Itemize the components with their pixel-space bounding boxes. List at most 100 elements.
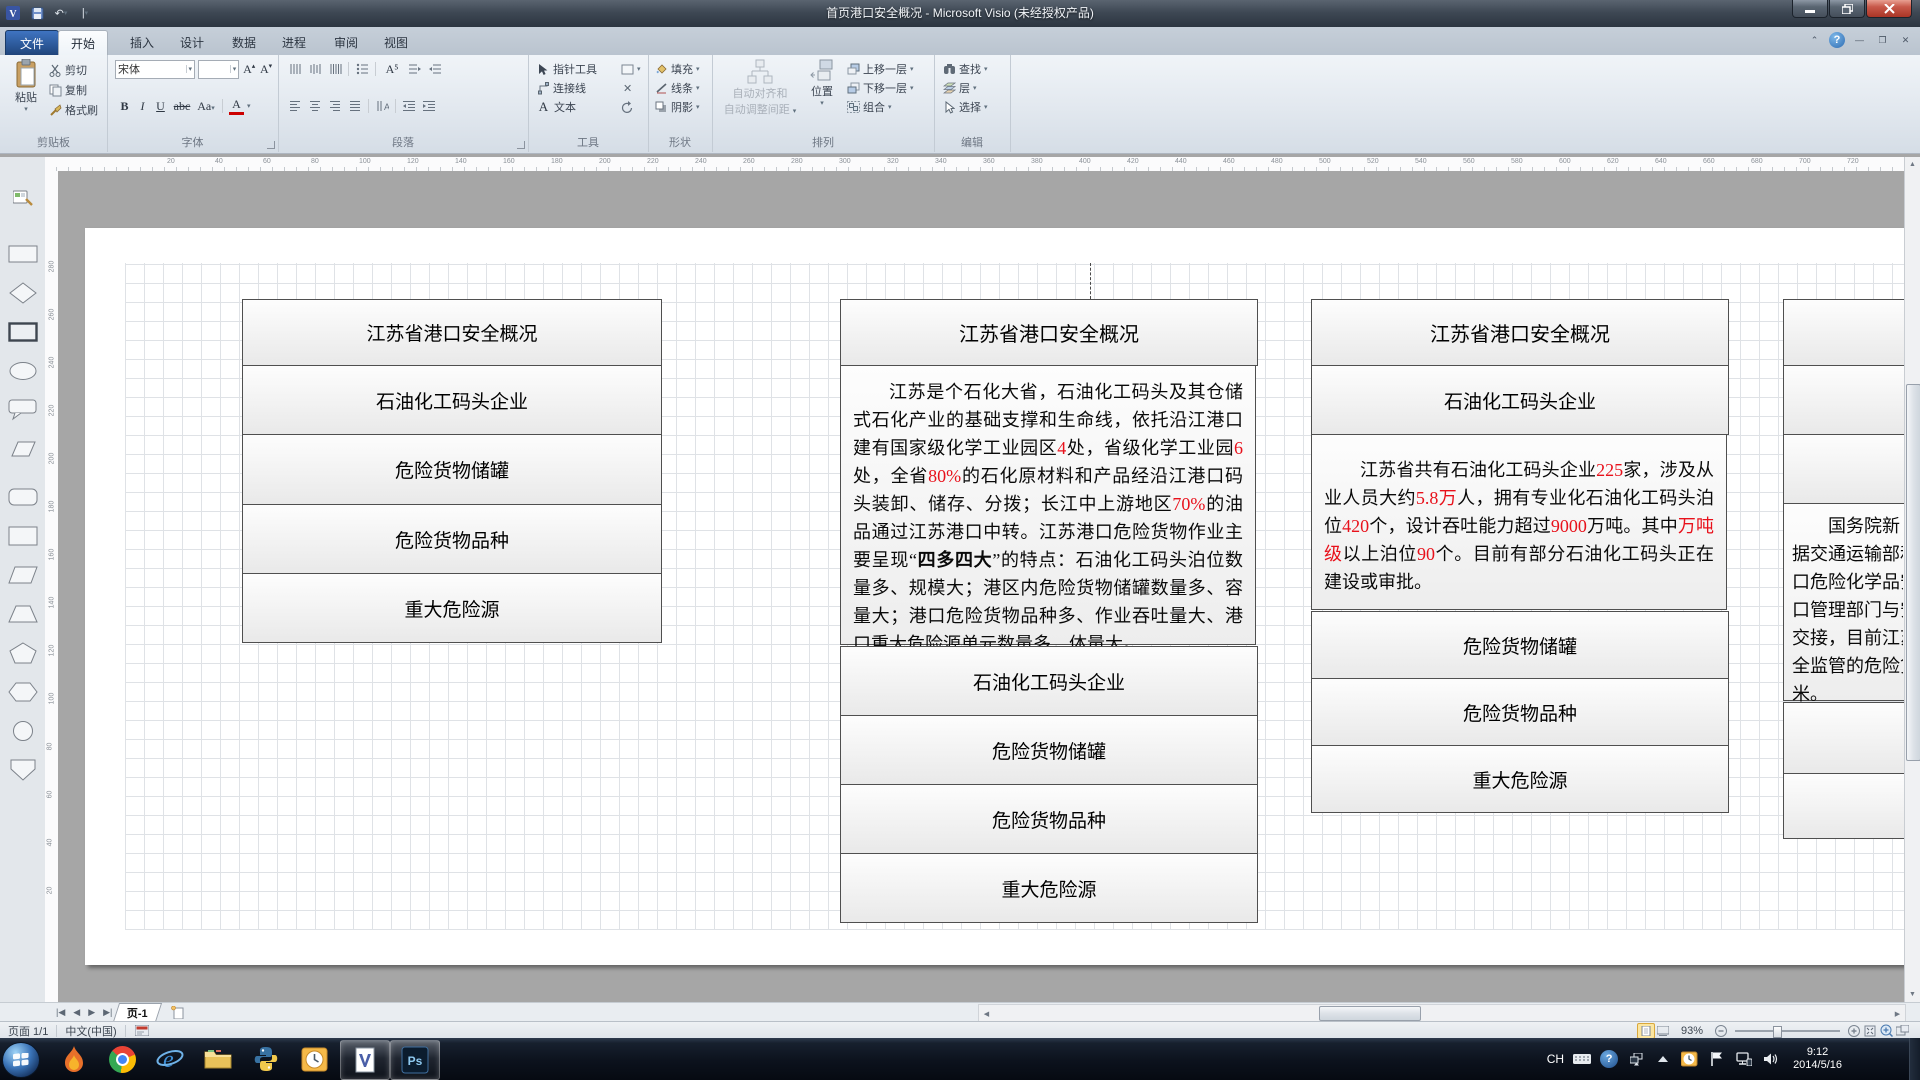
line-spacing-icon-2[interactable] [308, 62, 322, 76]
scroll-down-icon[interactable]: ▼ [1905, 987, 1920, 1002]
zoom-in-icon[interactable] [1846, 1024, 1862, 1038]
shape-diamond[interactable] [8, 282, 38, 304]
shape-rectangle[interactable] [8, 243, 38, 265]
tab-design[interactable]: 设计 [168, 30, 216, 55]
zoom-slider[interactable] [1735, 1030, 1840, 1032]
drawing-canvas[interactable]: 江苏省港口安全概况 石油化工码头企业 危险货物储罐 危险货物品种 重大危险源 江… [58, 171, 1904, 1002]
strikethrough-button[interactable]: abc [171, 99, 193, 114]
font-name-combo[interactable]: 宋体▾ [115, 60, 195, 79]
doc-close-icon[interactable]: ✕ [1897, 32, 1914, 48]
font-size-combo[interactable]: ▾ [198, 60, 239, 79]
bring-forward-button[interactable]: 上移一层▾ [846, 60, 914, 78]
flow-box[interactable] [1783, 365, 1904, 435]
flow-box-paragraph[interactable]: 国务院新《据交通运输部和口危险化学品安口管理部门与安交接，目前江苏全监管的危险货… [1783, 503, 1904, 701]
tab-process[interactable]: 进程 [270, 30, 318, 55]
fill-button[interactable]: 填充▾ [654, 60, 700, 78]
tray-network-icon[interactable] [1735, 1050, 1753, 1068]
close-button[interactable] [1866, 0, 1912, 18]
char-spacing-icon[interactable]: A⁵ [382, 62, 402, 77]
shape-rectangle-selected[interactable] [8, 321, 38, 343]
flow-box[interactable]: 危险货物品种 [840, 784, 1258, 854]
flow-box[interactable]: 重大危险源 [840, 853, 1258, 923]
tab-insert[interactable]: 插入 [118, 30, 166, 55]
taskbar-python-icon[interactable] [244, 1042, 288, 1076]
shape-slanted-flag[interactable] [8, 438, 38, 460]
layers-button[interactable]: 层▾ [942, 79, 977, 97]
sheet-tab[interactable]: 页-1 [113, 1003, 162, 1022]
tray-help-icon[interactable]: ? [1600, 1050, 1618, 1068]
scroll-up-icon[interactable]: ▲ [1905, 157, 1920, 172]
next-page-icon[interactable]: ▶ [84, 1007, 99, 1018]
tab-file[interactable]: 文件 [5, 30, 59, 57]
send-backward-button[interactable]: 下移一层▾ [846, 79, 914, 97]
decrease-indent-icon[interactable] [402, 99, 416, 113]
flow-box[interactable]: 重大危险源 [242, 573, 662, 643]
tray-outlook-reminder-icon[interactable] [1681, 1050, 1699, 1068]
flow-box[interactable] [1783, 434, 1904, 504]
format-painter-button[interactable]: 格式刷 [48, 101, 98, 119]
taskbar-ie-icon[interactable]: e [148, 1042, 192, 1076]
minimize-button[interactable] [1792, 0, 1828, 18]
pan-window-icon[interactable] [1894, 1024, 1910, 1038]
tray-language-indicator[interactable]: CH [1547, 1052, 1564, 1066]
start-button[interactable] [2, 1042, 40, 1078]
flow-box[interactable]: 重大危险源 [1311, 745, 1729, 813]
taskbar-chrome-icon[interactable] [100, 1042, 144, 1076]
flow-box[interactable]: 危险货物储罐 [840, 715, 1258, 785]
increase-indent-icon[interactable] [422, 99, 436, 113]
status-page[interactable]: 页面 1/1 [8, 1023, 48, 1039]
view-fullscreen-icon[interactable] [1655, 1024, 1671, 1038]
vertical-align-icon[interactable]: A [375, 99, 389, 113]
status-language[interactable]: 中文(中国) [65, 1023, 116, 1039]
taskbar-flame-app-icon[interactable] [52, 1042, 96, 1076]
scroll-left-icon[interactable]: ◀ [979, 1006, 994, 1021]
shadow-button[interactable]: 阴影▾ [654, 98, 700, 116]
select-button[interactable]: 选择▾ [942, 98, 988, 116]
taskbar-explorer-icon[interactable] [196, 1042, 240, 1076]
font-color-button[interactable]: A [229, 97, 244, 115]
doc-minimize-icon[interactable]: — [1851, 32, 1868, 48]
shape-trapezoid[interactable] [8, 603, 38, 625]
connector-tool-button[interactable]: 连接线 [536, 79, 586, 97]
line-button[interactable]: 线条▾ [654, 79, 700, 97]
flow-box[interactable] [1783, 702, 1904, 774]
font-color-dropdown-icon[interactable]: ▾ [247, 102, 251, 110]
restore-button[interactable] [1829, 0, 1865, 18]
vertical-scrollbar-thumb[interactable] [1906, 384, 1920, 761]
first-page-icon[interactable]: |◀ [52, 1007, 69, 1018]
qat-customize-icon[interactable]: |▾ [76, 5, 94, 21]
justify-icon[interactable] [348, 99, 362, 113]
vertical-scrollbar[interactable]: ▲ ▼ [1904, 157, 1920, 1002]
shape-shield[interactable] [8, 759, 38, 781]
paste-button[interactable]: 粘贴 ▾ [8, 59, 44, 139]
view-normal-icon[interactable] [1637, 1023, 1655, 1039]
tab-home[interactable]: 开始 [58, 30, 108, 56]
flow-box[interactable]: 石油化工码头企业 [840, 646, 1258, 716]
copy-button[interactable]: 复制 [48, 81, 87, 99]
align-left-icon[interactable] [288, 99, 302, 113]
shape-circle[interactable] [8, 720, 38, 742]
flow-box[interactable]: 危险货物品种 [242, 504, 662, 574]
zoom-level[interactable]: 93% [1681, 1025, 1703, 1037]
flow-box-paragraph[interactable]: 江苏是个石化大省，石油化工码头及其仓储式石化产业的基础支撑和生命线，依托沿江港口… [840, 365, 1256, 645]
shape-pentagon[interactable] [8, 642, 38, 664]
undo-icon[interactable]: ↶▾ [52, 5, 70, 21]
shrink-font-icon[interactable]: A▾ [259, 62, 273, 77]
text-direction-left-icon[interactable] [428, 62, 442, 76]
grow-font-icon[interactable]: A▴ [242, 62, 256, 77]
tray-keyboard-icon[interactable] [1573, 1050, 1591, 1068]
tray-action-center-flag-icon[interactable] [1708, 1050, 1726, 1068]
tray-window-icon[interactable] [1627, 1050, 1645, 1068]
shape-square[interactable] [8, 525, 38, 547]
flow-box-paragraph[interactable]: 江苏省共有石油化工码头企业225家，涉及从业人员大约5.8万人，拥有专业化石油化… [1311, 434, 1727, 610]
taskbar-visio-button[interactable] [340, 1040, 390, 1080]
group-button[interactable]: 组合▾ [846, 98, 892, 116]
line-spacing-icon-1[interactable] [288, 62, 302, 76]
find-button[interactable]: 查找▾ [942, 60, 988, 78]
taskbar-photoshop-button[interactable]: Ps [390, 1040, 440, 1080]
taskbar-outlook-icon[interactable] [292, 1042, 336, 1076]
align-center-icon[interactable] [308, 99, 322, 113]
tray-volume-icon[interactable] [1762, 1050, 1780, 1068]
italic-button[interactable]: I [135, 99, 150, 114]
tray-clock[interactable]: 9:12 2014/5/16 [1793, 1046, 1842, 1072]
